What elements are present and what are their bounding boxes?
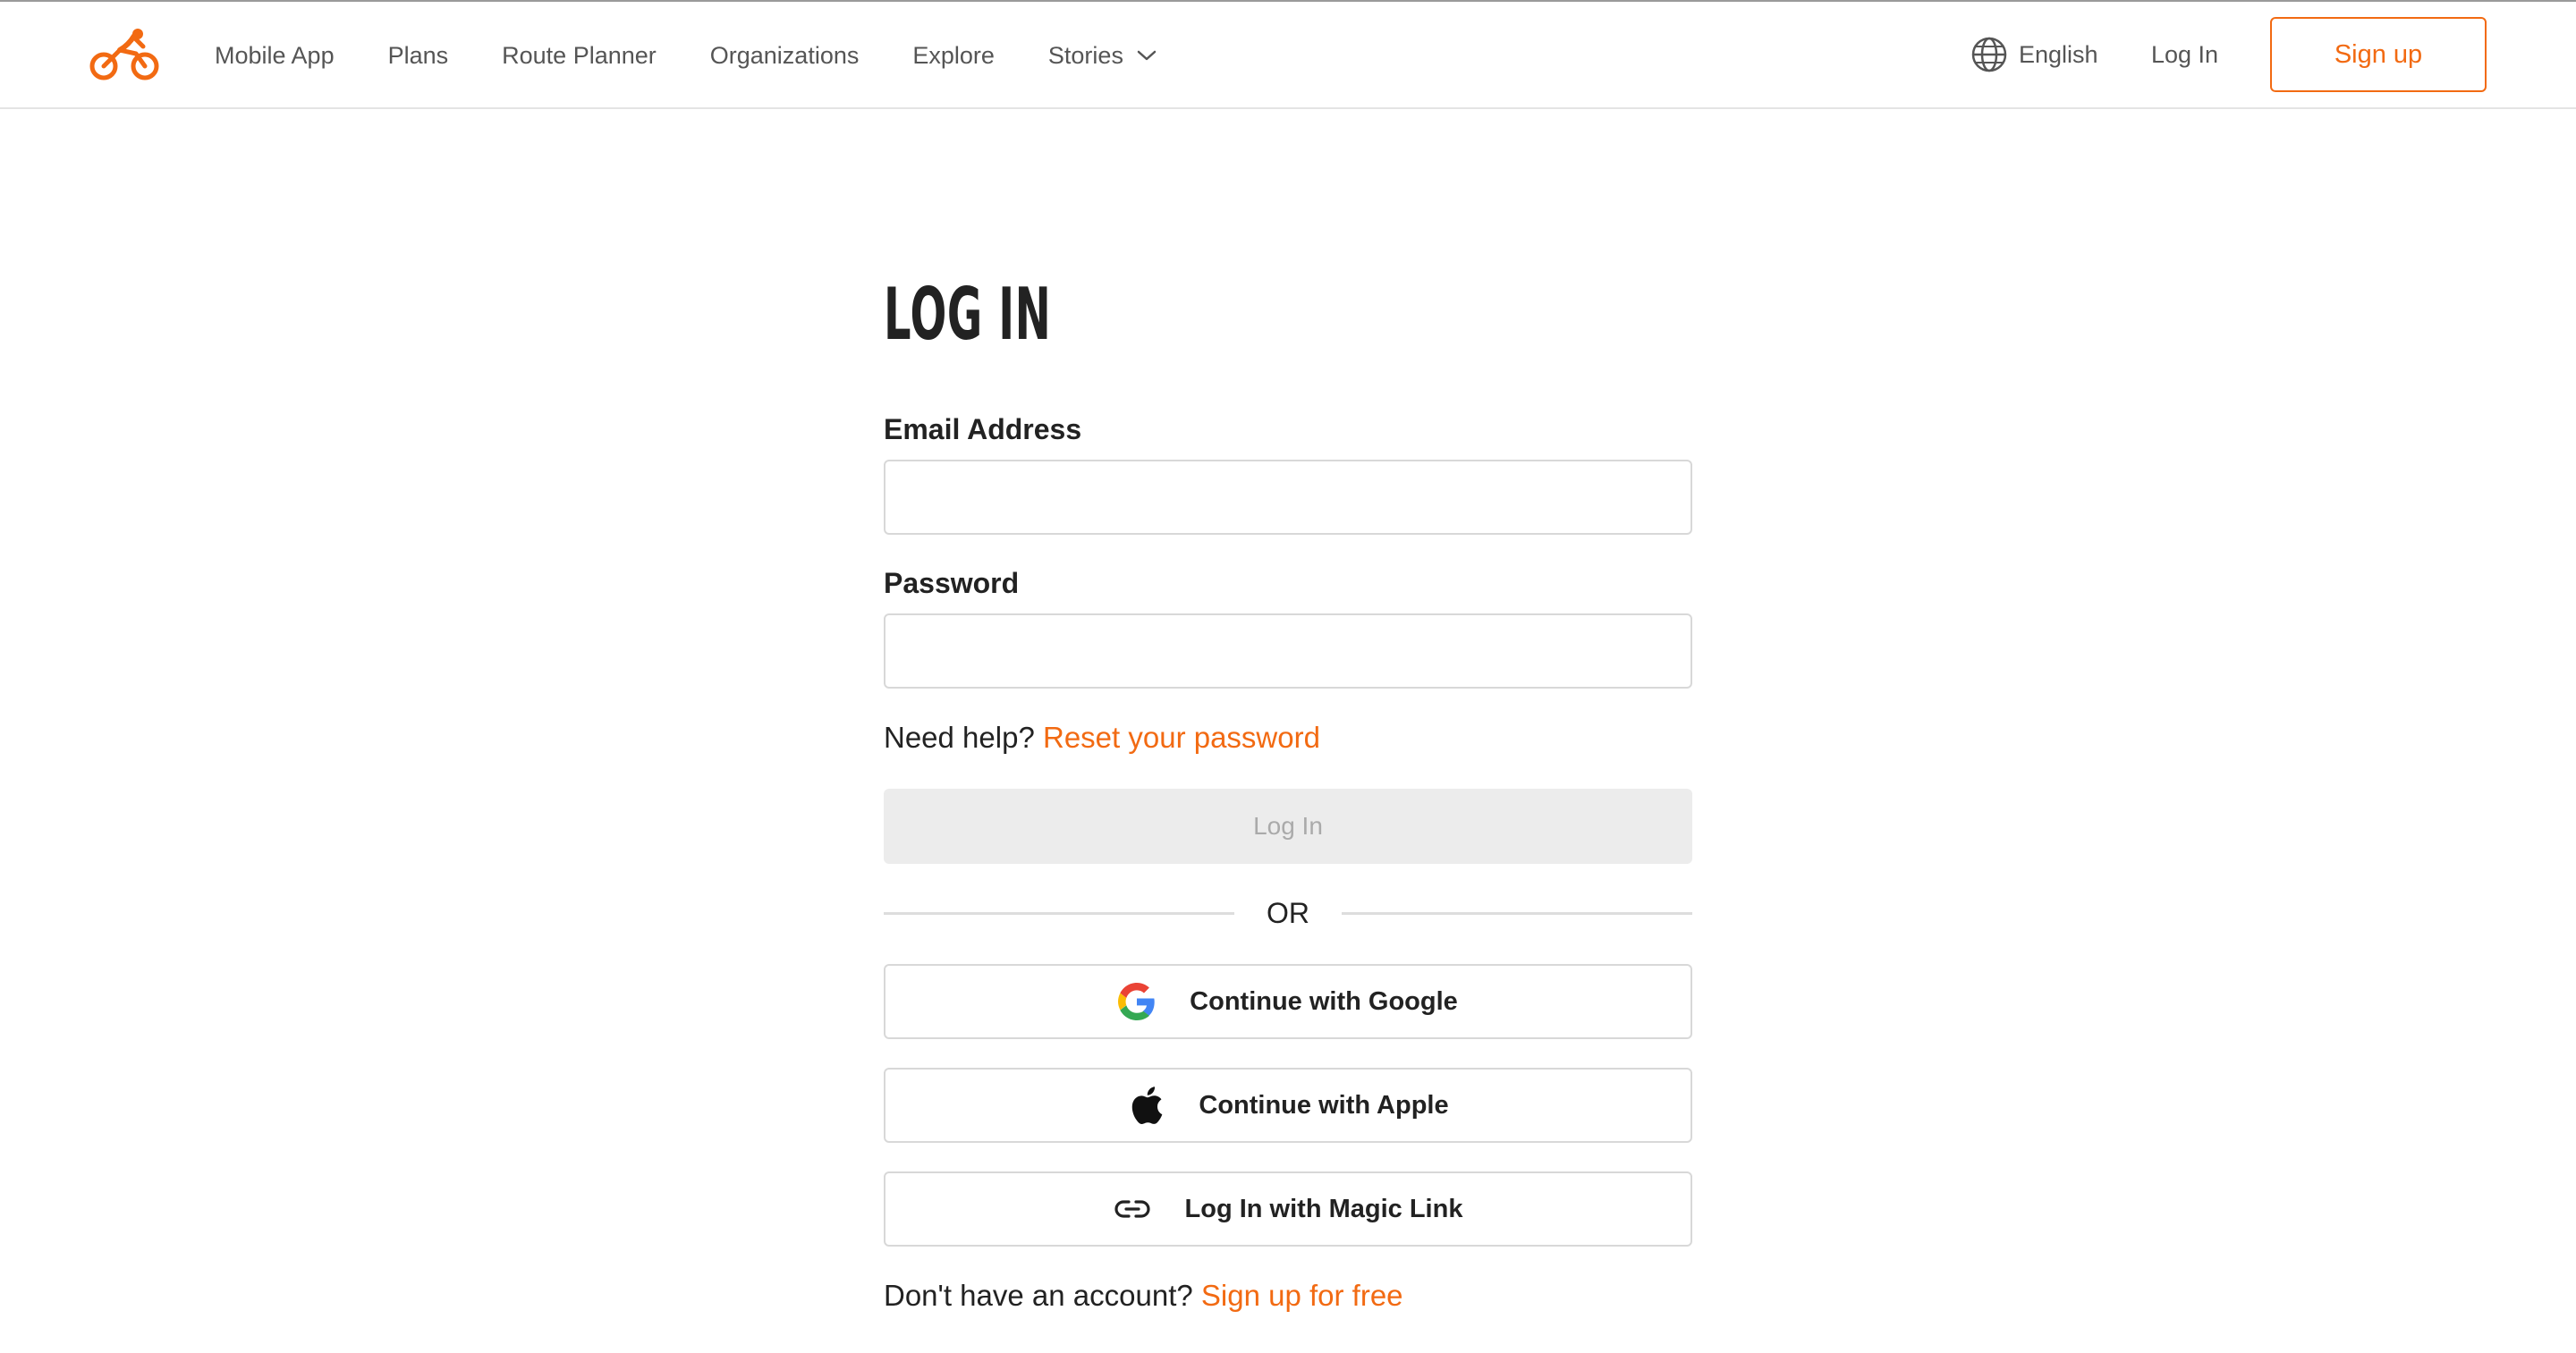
google-icon: [1118, 983, 1156, 1020]
nav-label: Explore: [912, 41, 995, 69]
help-text: Need help?: [884, 721, 1035, 754]
nav-label: Plans: [387, 41, 449, 69]
password-field[interactable]: [884, 613, 1692, 689]
help-line: Need help? Reset your password: [884, 721, 1320, 755]
nav-plans[interactable]: Plans: [388, 42, 449, 70]
magic-link-login-button[interactable]: Log In with Magic Link: [884, 1171, 1692, 1247]
chevron-down-icon: [1137, 50, 1157, 61]
page-title: LOG IN: [884, 273, 1052, 356]
divider-line: [1342, 912, 1692, 915]
signup-prompt: Don't have an account? Sign up for free: [884, 1279, 1403, 1313]
password-label: Password: [884, 567, 1020, 599]
google-label: Continue with Google: [1190, 986, 1458, 1016]
globe-icon: [1971, 37, 2007, 72]
nav-organizations[interactable]: Organizations: [710, 42, 860, 70]
apple-label: Continue with Apple: [1199, 1090, 1449, 1120]
email-label: Email Address: [884, 413, 1082, 445]
nav-label: Organizations: [709, 41, 860, 69]
nav-label: Stories: [1047, 41, 1123, 69]
nav-explore[interactable]: Explore: [912, 42, 995, 70]
header-login-link[interactable]: Log In: [2151, 41, 2218, 69]
cyclist-logo-icon[interactable]: [89, 27, 159, 82]
nav-label: Mobile App: [215, 41, 335, 69]
site-header: Mobile App Plans Route Planner Organizat…: [0, 2, 2576, 109]
link-icon: [1114, 1190, 1151, 1228]
email-field[interactable]: [884, 460, 1692, 535]
apple-login-button[interactable]: Continue with Apple: [884, 1068, 1692, 1143]
magic-link-label: Log In with Magic Link: [1184, 1194, 1463, 1223]
nav-label: Route Planner: [502, 41, 657, 69]
nav-route-planner[interactable]: Route Planner: [502, 42, 657, 70]
no-account-text: Don't have an account?: [884, 1279, 1193, 1312]
main-nav: Mobile App Plans Route Planner Organizat…: [215, 2, 1211, 109]
language-label: English: [2019, 40, 2098, 68]
apple-icon: [1127, 1087, 1165, 1125]
google-login-button[interactable]: Continue with Google: [884, 964, 1692, 1039]
or-divider: OR: [884, 892, 1692, 934]
header-signup-button[interactable]: Sign up: [2270, 17, 2487, 92]
nav-stories-dropdown[interactable]: Stories: [1048, 42, 1157, 70]
signup-free-link[interactable]: Sign up for free: [1201, 1279, 1403, 1312]
reset-password-link[interactable]: Reset your password: [1043, 721, 1320, 754]
divider-line: [884, 912, 1234, 915]
nav-mobile-app[interactable]: Mobile App: [215, 42, 335, 70]
language-selector[interactable]: English: [1970, 36, 2098, 73]
or-text: OR: [1267, 897, 1309, 929]
login-submit-button[interactable]: Log In: [884, 789, 1692, 864]
